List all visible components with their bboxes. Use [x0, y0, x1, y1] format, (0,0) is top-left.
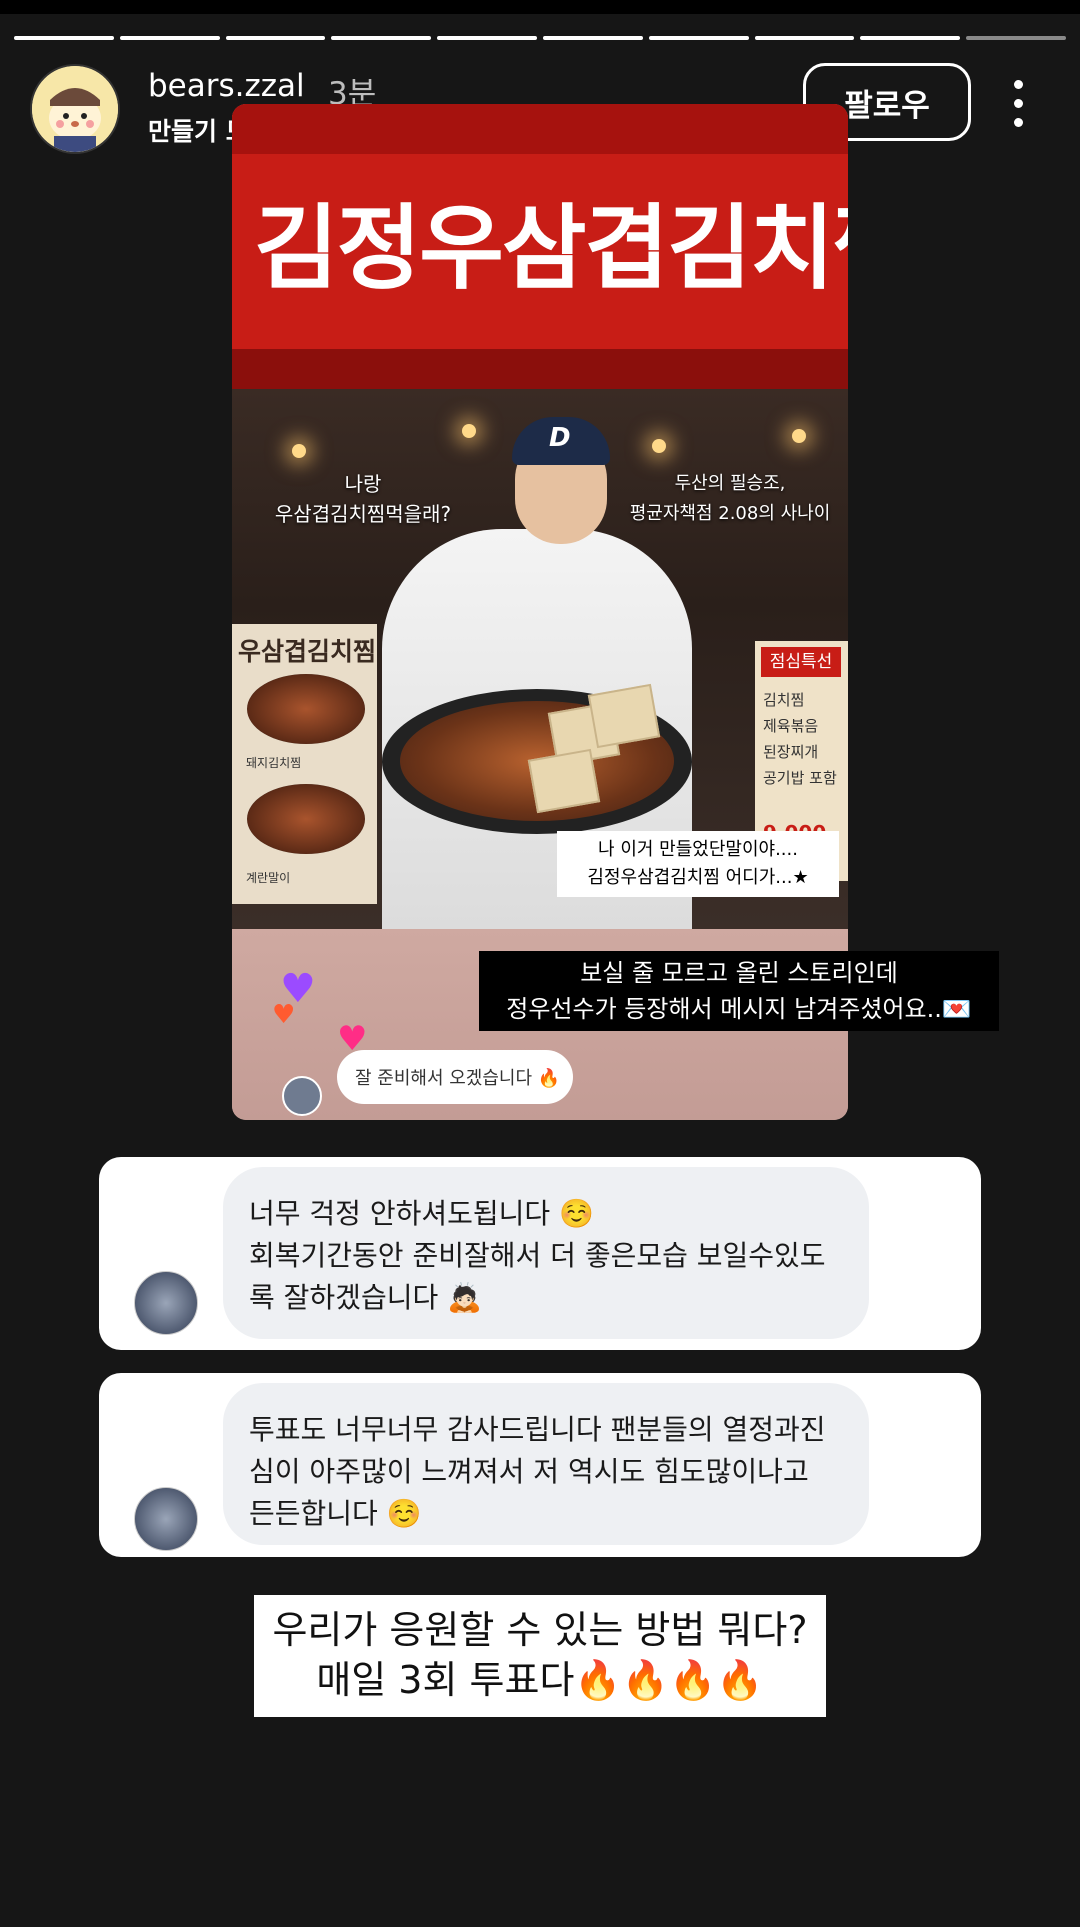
story-progress [14, 36, 1066, 40]
progress-segment [331, 36, 432, 40]
avatar[interactable] [30, 64, 120, 154]
progress-segment [437, 36, 537, 40]
lamp [462, 424, 476, 438]
progress-segment [119, 36, 220, 40]
dish-photo [247, 674, 365, 744]
sender-avatar [134, 1271, 198, 1335]
restaurant-sign: 김정우삼겹김치찜 [232, 104, 848, 389]
left-caption: 나랑 우삼겹김치찜먹을래? [274, 472, 452, 526]
progress-segment [542, 36, 643, 40]
lamp [792, 429, 806, 443]
dm-message: 투표도 너무너무 감사드립니다 팬분들의 열정과진심이 아주많이 느껴져서 저 … [223, 1383, 869, 1545]
progress-segment [14, 36, 114, 40]
sender-avatar [134, 1487, 198, 1551]
reply-avatar [282, 1076, 322, 1116]
dm-card: 투표도 너무너무 감사드립니다 팬분들의 열정과진심이 아주많이 느껴져서 저 … [99, 1373, 981, 1557]
vote-caption: 우리가 응원할 수 있는 방법 뭐다? 매일 3회 투표다🔥🔥🔥🔥 [254, 1595, 826, 1717]
progress-segment [754, 36, 855, 40]
heart-icon: ♥ [272, 1000, 296, 1030]
progress-segment-current [966, 36, 1066, 40]
dish-photo [247, 784, 365, 854]
quote-sticker: 나 이거 만들었단말이야.... 김정우삼겹김치찜 어디가...★ [557, 831, 839, 897]
sign-text: 김정우삼겹김치찜 [254, 194, 848, 302]
dm-card: 너무 걱정 안하셔도됩니다 ☺️ 회복기간동안 준비잘해서 더 좋은모습 보일수… [99, 1157, 981, 1350]
lamp [292, 444, 306, 458]
more-options-icon[interactable] [1008, 80, 1028, 130]
menu-poster-left: 우삼겹김치찜 돼지김치찜 계란말이 [232, 624, 377, 904]
caption-box: 보실 줄 모르고 올린 스토리인데 정우선수가 등장해서 메시지 남겨주셨어요.… [479, 951, 999, 1031]
progress-segment [648, 36, 749, 40]
progress-segment [860, 36, 961, 40]
reply-bubble: 잘 준비해서 오겠습니다 🔥 [337, 1050, 573, 1104]
lamp [652, 439, 666, 453]
tofu [587, 683, 661, 749]
right-caption: 두산의 필승조, 평균자책점 2.08의 사나이 [629, 473, 831, 524]
progress-segment [225, 36, 326, 40]
cap-logo: D [549, 423, 571, 453]
dm-message: 너무 걱정 안하셔도됩니다 ☺️ 회복기간동안 준비잘해서 더 좋은모습 보일수… [223, 1167, 869, 1339]
status-strip [0, 0, 1080, 14]
bear-avatar-icon [32, 66, 118, 152]
tofu [527, 748, 601, 814]
username[interactable]: bears.zzal [148, 68, 305, 104]
